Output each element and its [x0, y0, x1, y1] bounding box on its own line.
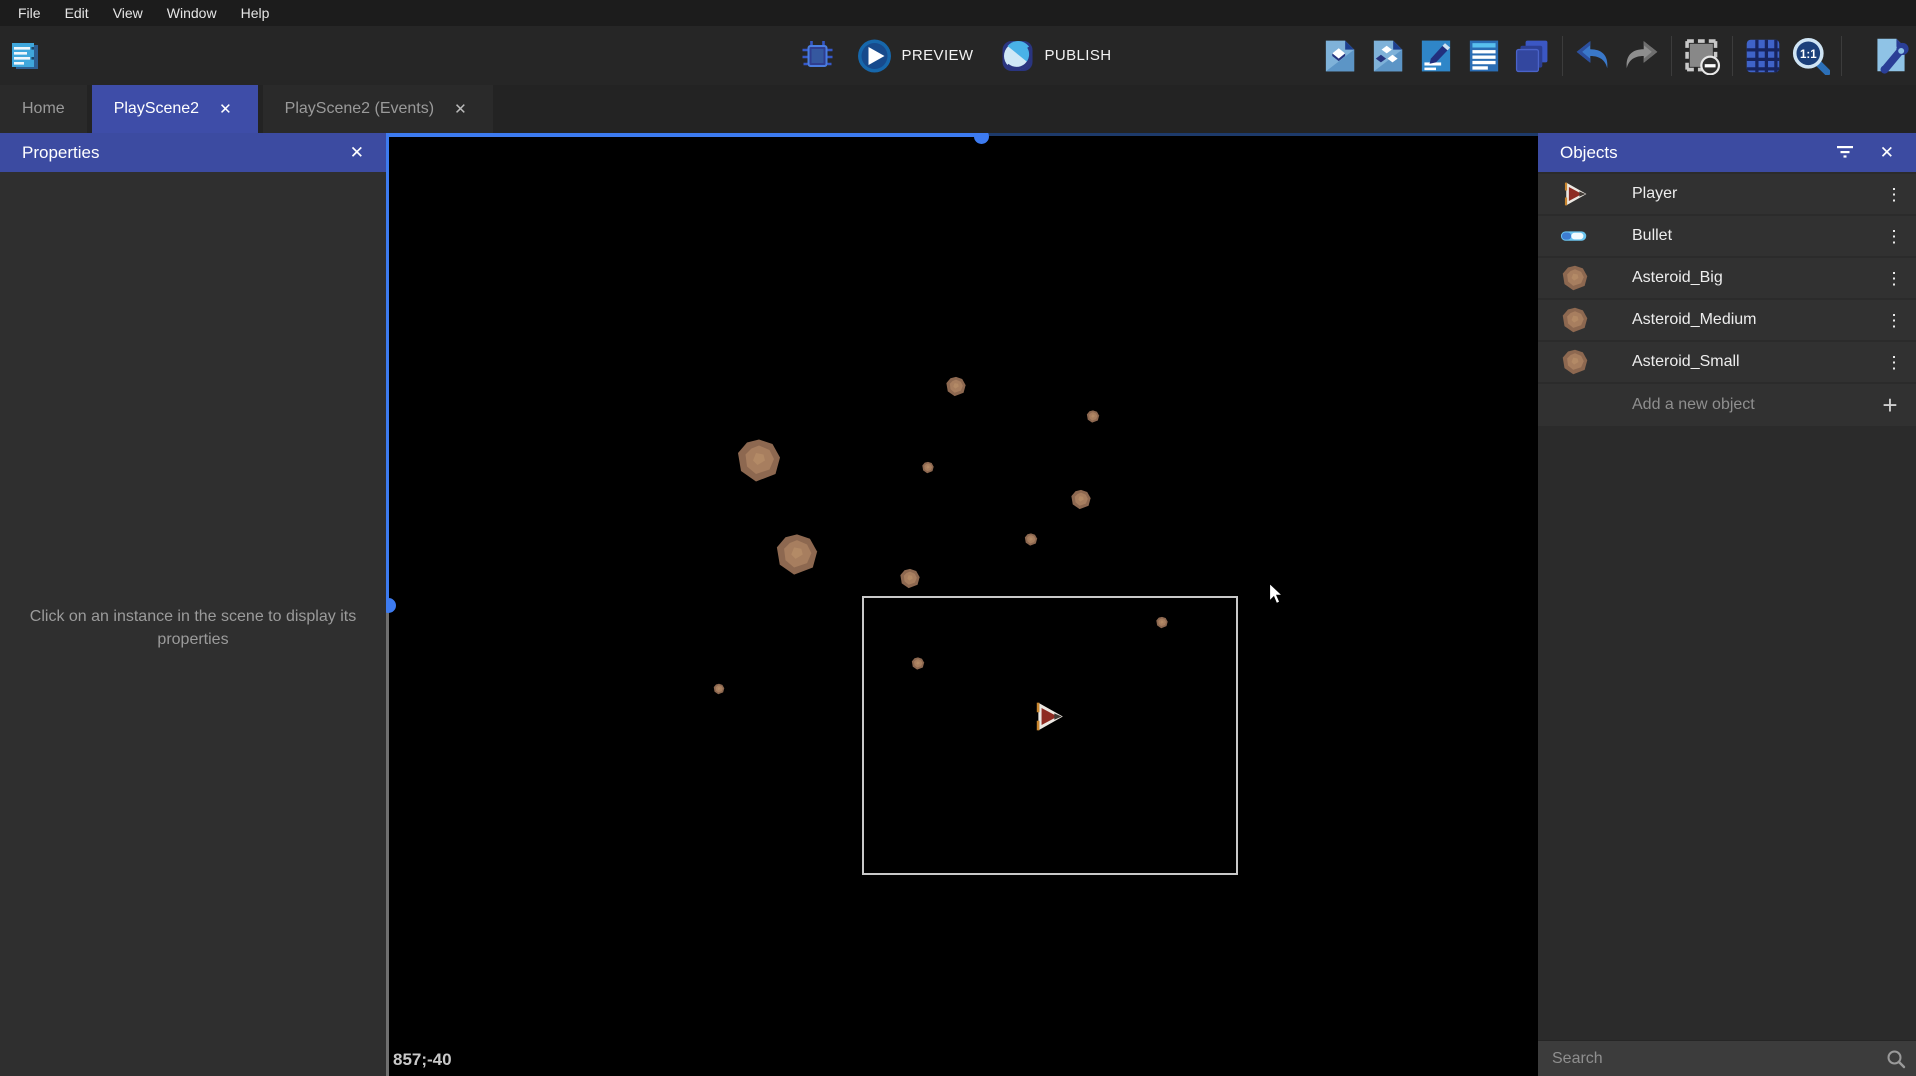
delete-selected-instances-icon[interactable] [1683, 37, 1721, 75]
properties-empty-message: Click on an instance in the scene to dis… [28, 605, 358, 651]
asteroid-thumbnail-icon [1556, 306, 1594, 334]
tab-home[interactable]: Home [0, 85, 87, 133]
preview-button[interactable]: PREVIEW [851, 34, 980, 78]
object-menu-icon[interactable]: ⋮ [1872, 186, 1916, 203]
close-icon[interactable]: ✕ [344, 141, 370, 165]
properties-panel-title: Properties [22, 143, 344, 163]
close-tab-icon[interactable]: ✕ [215, 98, 236, 120]
asteroid-instance[interactable] [774, 532, 820, 583]
asteroid-thumbnail-icon [1556, 348, 1594, 376]
objects-panel-header: Objects ✕ [1538, 133, 1916, 172]
player-instance[interactable] [1032, 700, 1066, 739]
publish-label: PUBLISH [1044, 47, 1111, 64]
close-tab-icon[interactable]: ✕ [450, 98, 471, 120]
open-layers-editor-icon[interactable] [1513, 37, 1551, 75]
plus-icon: + [1864, 390, 1916, 421]
object-row-player[interactable]: Player ⋮ [1538, 174, 1916, 214]
object-row-bullet[interactable]: Bullet ⋮ [1538, 216, 1916, 256]
play-icon [857, 38, 893, 74]
open-properties-panel-icon[interactable] [1417, 37, 1455, 75]
asteroid-instance[interactable] [735, 437, 783, 490]
cursor-coordinates: 857;-40 [393, 1050, 452, 1070]
asteroid-instance[interactable] [1070, 489, 1092, 516]
object-row-asteroid-big[interactable]: Asteroid_Big ⋮ [1538, 258, 1916, 298]
scene-canvas[interactable]: 857;-40 [386, 133, 1538, 1076]
preview-label: PREVIEW [902, 47, 974, 64]
asteroid-instance[interactable] [899, 568, 921, 595]
menu-bar: File Edit View Window Help [0, 0, 1916, 26]
open-instances-list-icon[interactable] [1465, 37, 1503, 75]
menu-window[interactable]: Window [157, 2, 227, 24]
main-toolbar: PREVIEW PUBLISH [0, 26, 1916, 85]
menu-file[interactable]: File [8, 2, 51, 24]
object-row-asteroid-small[interactable]: Asteroid_Small ⋮ [1538, 342, 1916, 382]
debug-icon[interactable] [799, 37, 837, 75]
main-area: Properties ✕ Click on an instance in the… [0, 133, 1916, 1076]
redo-icon[interactable] [1622, 37, 1660, 75]
asteroid-instance[interactable] [911, 657, 925, 676]
menu-help[interactable]: Help [231, 2, 280, 24]
menu-view[interactable]: View [103, 2, 153, 24]
object-menu-icon[interactable]: ⋮ [1872, 354, 1916, 371]
scene-edge-left [386, 133, 389, 605]
mouse-cursor-icon [1266, 583, 1286, 605]
objects-panel-title: Objects [1560, 143, 1830, 163]
properties-panel-header: Properties ✕ [0, 133, 386, 172]
close-icon[interactable]: ✕ [1874, 141, 1900, 165]
asteroid-instance[interactable] [1156, 616, 1169, 634]
search-input[interactable] [1538, 1050, 1876, 1068]
project-manager-icon[interactable] [8, 40, 42, 74]
resize-handle-left[interactable] [386, 598, 396, 613]
properties-panel: Properties ✕ Click on an instance in the… [0, 133, 386, 1076]
toolbar-separator [1841, 36, 1842, 76]
menu-edit[interactable]: Edit [55, 2, 99, 24]
toggle-grid-icon[interactable] [1744, 37, 1782, 75]
search-icon[interactable] [1876, 1049, 1916, 1069]
asteroid-instance[interactable] [922, 461, 935, 479]
object-menu-icon[interactable]: ⋮ [1872, 228, 1916, 245]
objects-list: Player ⋮ Bullet ⋮ Asteroid_Big ⋮ Asteroi… [1538, 174, 1916, 428]
object-menu-icon[interactable]: ⋮ [1872, 312, 1916, 329]
asteroid-instance[interactable] [1086, 410, 1100, 429]
bullet-thumbnail-icon [1556, 229, 1594, 243]
asteroid-instance[interactable] [1024, 533, 1038, 552]
toolbar-center: PREVIEW PUBLISH [799, 26, 1118, 85]
undo-icon[interactable] [1574, 37, 1612, 75]
zoom-1-1-icon[interactable]: 1:1 [1792, 37, 1830, 75]
tab-playscene2[interactable]: PlayScene2 ✕ [92, 85, 258, 133]
publish-button[interactable]: PUBLISH [993, 34, 1117, 78]
open-object-groups-editor-icon[interactable] [1369, 37, 1407, 75]
objects-search-bar [1538, 1040, 1916, 1076]
setup-grid-icon[interactable] [1872, 36, 1910, 74]
tab-playscene2-events[interactable]: PlayScene2 (Events) ✕ [263, 85, 493, 133]
scene-edge-left-lower [386, 605, 389, 1076]
open-objects-editor-icon[interactable] [1321, 37, 1359, 75]
asteroid-thumbnail-icon [1556, 264, 1594, 292]
add-new-object-button[interactable]: Add a new object + [1538, 384, 1916, 426]
toolbar-right: 1:1 [1310, 26, 1842, 85]
player-thumbnail-icon [1556, 180, 1594, 208]
objects-panel: Objects ✕ Player ⋮ Bullet ⋮ [1538, 133, 1916, 1076]
tab-bar: Home PlayScene2 ✕ PlayScene2 (Events) ✕ [0, 85, 1916, 133]
scene-edge-top [386, 133, 987, 137]
object-row-asteroid-medium[interactable]: Asteroid_Medium ⋮ [1538, 300, 1916, 340]
object-menu-icon[interactable]: ⋮ [1872, 270, 1916, 287]
scene-edge-top-right [987, 133, 1538, 136]
publish-globe-icon [999, 38, 1035, 74]
asteroid-instance[interactable] [945, 376, 967, 403]
resize-handle-top[interactable] [974, 133, 989, 144]
gdevelop-window: File Edit View Window Help [0, 0, 1916, 1076]
filter-icon[interactable] [1830, 141, 1860, 165]
asteroid-instance[interactable] [713, 682, 725, 700]
svg-text:1:1: 1:1 [1800, 49, 1817, 61]
